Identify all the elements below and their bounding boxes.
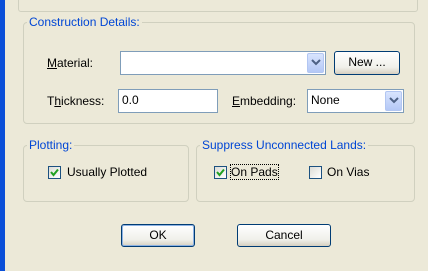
material-dropdown-button[interactable] bbox=[307, 53, 324, 73]
material-label: Material: bbox=[47, 56, 94, 70]
construction-details-legend: Construction Details: bbox=[29, 15, 140, 29]
embedding-value: None bbox=[311, 93, 340, 107]
on-pads-label[interactable]: On Pads bbox=[230, 164, 279, 180]
embedding-label: Embedding: bbox=[232, 94, 297, 108]
ok-button[interactable]: OK bbox=[121, 224, 195, 247]
thickness-label: Thickness: bbox=[47, 94, 105, 108]
usually-plotted-label[interactable]: Usually Plotted bbox=[67, 165, 147, 179]
new-material-button[interactable]: New ... bbox=[334, 51, 400, 75]
material-select[interactable] bbox=[120, 51, 326, 75]
checkmark-icon bbox=[50, 168, 59, 177]
cancel-button[interactable]: Cancel bbox=[237, 224, 331, 247]
plotting-legend: Plotting: bbox=[29, 138, 73, 152]
upper-panel bbox=[18, 0, 418, 12]
on-vias-label[interactable]: On Vias bbox=[327, 165, 369, 179]
on-pads-checkbox[interactable] bbox=[214, 166, 227, 179]
suppress-unconnected-lands-legend: Suppress Unconnected Lands: bbox=[202, 138, 367, 152]
checkmark-icon bbox=[216, 168, 225, 177]
usually-plotted-checkbox[interactable] bbox=[48, 166, 61, 179]
window-edge bbox=[0, 0, 5, 271]
embedding-dropdown-button[interactable] bbox=[385, 91, 402, 111]
embedding-select[interactable]: None bbox=[307, 89, 404, 113]
thickness-field[interactable]: 0.0 bbox=[118, 89, 218, 113]
chevron-down-icon bbox=[389, 97, 399, 104]
suppress-unconnected-lands-group: Suppress Unconnected Lands: bbox=[196, 138, 415, 202]
on-vias-checkbox[interactable] bbox=[309, 166, 322, 179]
chevron-down-icon bbox=[311, 59, 321, 66]
